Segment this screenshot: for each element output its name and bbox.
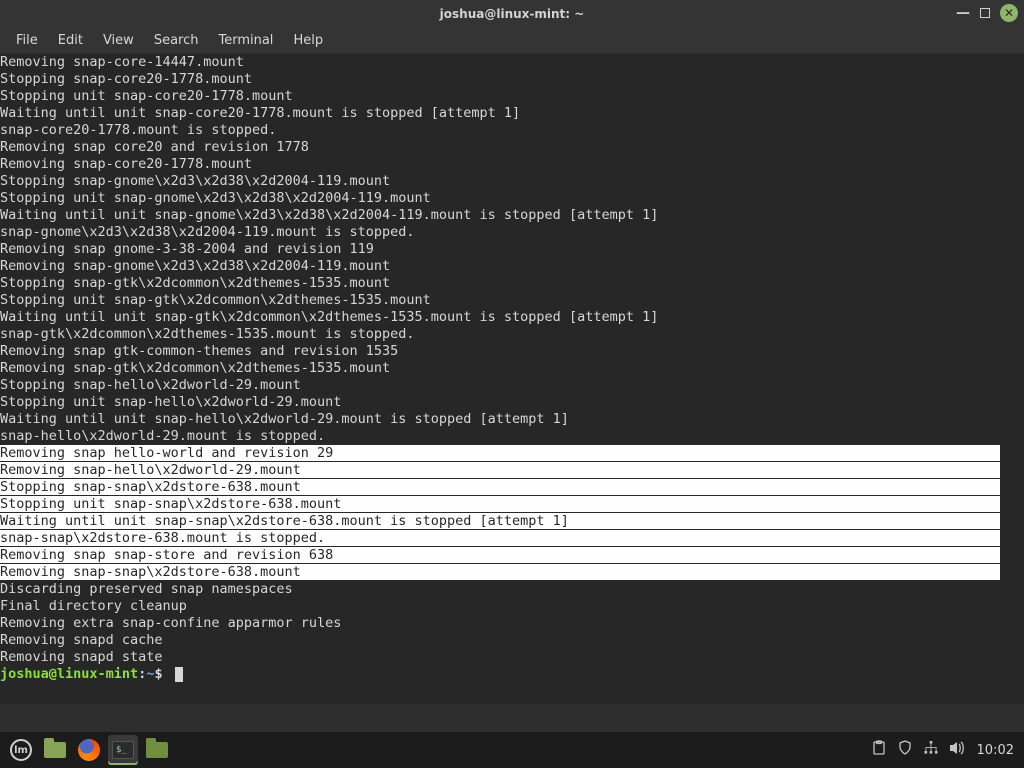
terminal-line: Removing snap-gtk\x2dcommon\x2dthemes-15…	[0, 360, 1024, 377]
system-tray: 10:02	[871, 740, 1018, 760]
taskbar: lm $_ 10:02	[0, 732, 1024, 768]
clipboard-tray-icon[interactable]	[871, 740, 887, 760]
window-title: joshua@linux-mint: ~	[440, 7, 585, 21]
window-controls: — ✕	[956, 4, 1018, 22]
terminal-line: Waiting until unit snap-hello\x2dworld-2…	[0, 411, 1024, 428]
terminal-line: Stopping snap-gnome\x2d3\x2d38\x2d2004-1…	[0, 173, 1024, 190]
terminal-line: Waiting until unit snap-gtk\x2dcommon\x2…	[0, 309, 1024, 326]
taskbar-left: lm $_	[6, 735, 172, 765]
terminal-line-selected: Removing snap snap-store and revision 63…	[0, 547, 1024, 564]
menu-terminal[interactable]: Terminal	[208, 30, 283, 51]
terminal-line: Discarding preserved snap namespaces	[0, 581, 1024, 598]
terminal-prompt[interactable]: joshua@linux-mint:~$	[0, 666, 1024, 683]
terminal-line-selected: Stopping unit snap-snap\x2dstore-638.mou…	[0, 496, 1024, 513]
network-tray-icon[interactable]	[923, 740, 939, 760]
terminal-line: Stopping unit snap-core20-1778.mount	[0, 88, 1024, 105]
terminal-window: joshua@linux-mint: ~ — ✕ File Edit View …	[0, 0, 1024, 704]
files-launcher[interactable]	[142, 735, 172, 765]
menu-search[interactable]: Search	[144, 30, 209, 51]
menu-view[interactable]: View	[93, 30, 144, 51]
terminal-launcher[interactable]: $_	[108, 735, 138, 765]
titlebar[interactable]: joshua@linux-mint: ~ — ✕	[0, 0, 1024, 28]
terminal-line: Waiting until unit snap-gnome\x2d3\x2d38…	[0, 207, 1024, 224]
terminal-line-selected: Waiting until unit snap-snap\x2dstore-63…	[0, 513, 1024, 530]
menubar: File Edit View Search Terminal Help	[0, 28, 1024, 54]
close-button[interactable]: ✕	[1000, 4, 1018, 22]
terminal-line: Stopping snap-core20-1778.mount	[0, 71, 1024, 88]
terminal-body[interactable]: Removing snap-core-14447.mountStopping s…	[0, 54, 1024, 704]
show-desktop-button[interactable]	[40, 735, 70, 765]
menu-file[interactable]: File	[6, 30, 48, 51]
terminal-line: Waiting until unit snap-core20-1778.moun…	[0, 105, 1024, 122]
terminal-line: Removing snapd state	[0, 649, 1024, 666]
firefox-launcher[interactable]	[74, 735, 104, 765]
desktop: joshua@linux-mint: ~ — ✕ File Edit View …	[0, 0, 1024, 768]
minimize-button[interactable]: —	[956, 6, 970, 20]
terminal-line: Stopping unit snap-gnome\x2d3\x2d38\x2d2…	[0, 190, 1024, 207]
terminal-line: snap-gnome\x2d3\x2d38\x2d2004-119.mount …	[0, 224, 1024, 241]
terminal-line: snap-hello\x2dworld-29.mount is stopped.	[0, 428, 1024, 445]
terminal-line: Removing snap-core-14447.mount	[0, 54, 1024, 71]
terminal-line: Removing snap-gnome\x2d3\x2d38\x2d2004-1…	[0, 258, 1024, 275]
menu-edit[interactable]: Edit	[48, 30, 93, 51]
terminal-line: Removing snap gnome-3-38-2004 and revisi…	[0, 241, 1024, 258]
clock[interactable]: 10:02	[977, 743, 1018, 758]
terminal-line-selected: snap-snap\x2dstore-638.mount is stopped.	[0, 530, 1024, 547]
terminal-line: Removing extra snap-confine apparmor rul…	[0, 615, 1024, 632]
maximize-button[interactable]	[980, 8, 990, 18]
terminal-line: Stopping snap-gtk\x2dcommon\x2dthemes-15…	[0, 275, 1024, 292]
terminal-line-selected: Removing snap-hello\x2dworld-29.mount	[0, 462, 1024, 479]
terminal-line: Removing snap gtk-common-themes and revi…	[0, 343, 1024, 360]
terminal-line: Stopping unit snap-gtk\x2dcommon\x2dthem…	[0, 292, 1024, 309]
terminal-line: Removing snap core20 and revision 1778	[0, 139, 1024, 156]
terminal-line: Removing snap-core20-1778.mount	[0, 156, 1024, 173]
security-tray-icon[interactable]	[897, 740, 913, 760]
terminal-line-selected: Stopping snap-snap\x2dstore-638.mount	[0, 479, 1024, 496]
menu-help[interactable]: Help	[283, 30, 333, 51]
terminal-cursor	[175, 667, 183, 682]
terminal-line-selected: Removing snap-snap\x2dstore-638.mount	[0, 564, 1024, 581]
terminal-line: Stopping snap-hello\x2dworld-29.mount	[0, 377, 1024, 394]
terminal-line: snap-gtk\x2dcommon\x2dthemes-1535.mount …	[0, 326, 1024, 343]
terminal-line: Removing snapd cache	[0, 632, 1024, 649]
start-menu-button[interactable]: lm	[6, 735, 36, 765]
terminal-line: Final directory cleanup	[0, 598, 1024, 615]
terminal-line: snap-core20-1778.mount is stopped.	[0, 122, 1024, 139]
terminal-line-selected: Removing snap hello-world and revision 2…	[0, 445, 1024, 462]
volume-tray-icon[interactable]	[949, 740, 967, 760]
terminal-line: Stopping unit snap-hello\x2dworld-29.mou…	[0, 394, 1024, 411]
